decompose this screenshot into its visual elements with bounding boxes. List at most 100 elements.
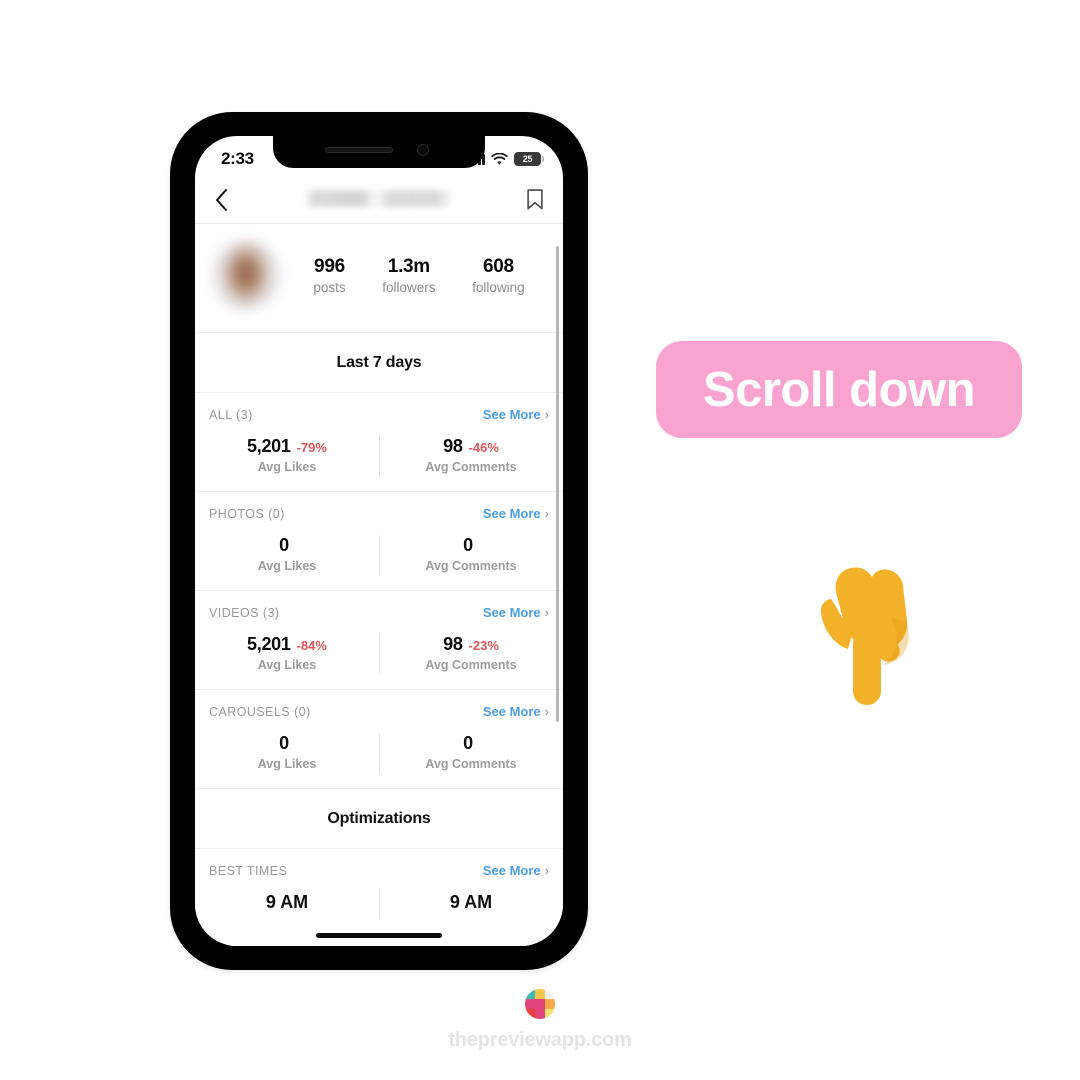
block-header: BEST TIMES See More ›: [195, 863, 563, 878]
see-more-button-all[interactable]: See More ›: [483, 407, 549, 422]
block-label: CAROUSELS (0): [209, 704, 311, 719]
blurred-username: [304, 190, 454, 207]
back-button[interactable]: [215, 188, 241, 211]
footer: thepreviewapp.com: [0, 989, 1080, 1052]
metric-row: 5,201 -79% Avg Likes 98 -46% Avg Comment…: [195, 434, 563, 476]
metric-block-videos: VIDEOS (3) See More › 5,201 -84% Avg Lik…: [195, 591, 563, 690]
metric-value: 98: [443, 634, 463, 654]
metric-delta: -23%: [468, 638, 499, 653]
metric-block-best-times: BEST TIMES See More › 9 AM 9 AM: [195, 849, 563, 918]
metric-label: Avg Likes: [257, 757, 317, 771]
avatar[interactable]: [211, 240, 281, 310]
see-more-label: See More: [482, 704, 541, 719]
see-more-label: See More: [482, 863, 541, 878]
best-time-cell: 9 AM: [379, 888, 563, 918]
earpiece-speaker-icon: [325, 147, 393, 153]
metric-avg-likes: 5,201 -84% Avg Likes: [195, 632, 379, 674]
chevron-right-icon: ›: [544, 704, 549, 719]
stat-label: followers: [382, 279, 436, 295]
analytics-scroll-area[interactable]: 996 posts 1.3m followers 608 following L…: [195, 224, 563, 946]
see-more-button-photos[interactable]: See More ›: [483, 506, 549, 521]
block-label: ALL (3): [209, 407, 253, 422]
bookmark-button[interactable]: [517, 189, 543, 210]
bookmark-icon: [527, 189, 543, 210]
stat-value: 996: [314, 255, 345, 277]
vertical-scrollbar[interactable]: [556, 246, 559, 722]
metric-label: Avg Comments: [425, 757, 517, 771]
block-header: CAROUSELS (0) See More ›: [195, 704, 563, 719]
phone-mockup: 2:33 25 996 posts 1.3m followers 608 fol…: [170, 112, 588, 970]
metric-avg-likes: 5,201 -79% Avg Likes: [195, 434, 379, 476]
metric-block-carousels: CAROUSELS (0) See More › 0 Avg Likes 0 A…: [195, 690, 563, 789]
footer-site-label: thepreviewapp.com: [448, 1029, 632, 1051]
section-header-optimizations: Optimizations: [195, 789, 563, 849]
metric-avg-comments: 0 Avg Comments: [379, 533, 563, 575]
best-time-value: 9 AM: [449, 892, 493, 912]
metric-avg-comments: 98 -46% Avg Comments: [379, 434, 563, 476]
best-time-cell: 9 AM: [195, 892, 379, 913]
block-label: BEST TIMES: [209, 863, 288, 878]
block-label: PHOTOS (0): [209, 506, 285, 521]
metric-row: 0 Avg Likes 0 Avg Comments: [195, 731, 563, 773]
stat-value: 608: [482, 255, 514, 277]
preview-app-logo-icon: [525, 989, 555, 1019]
metric-block-photos: PHOTOS (0) See More › 0 Avg Likes 0 Avg …: [195, 492, 563, 591]
block-header: VIDEOS (3) See More ›: [195, 605, 563, 620]
stat-label: posts: [313, 279, 346, 295]
see-more-label: See More: [482, 506, 541, 521]
profile-summary: 996 posts 1.3m followers 608 following: [195, 224, 563, 333]
best-times-row: 9 AM 9 AM: [195, 888, 563, 918]
phone-screen: 2:33 25 996 posts 1.3m followers 608 fol…: [195, 136, 563, 946]
chevron-right-icon: ›: [544, 506, 549, 521]
stat-posts[interactable]: 996 posts: [313, 256, 345, 295]
see-more-button-best-times[interactable]: See More ›: [483, 863, 549, 878]
battery-percent-label: 25: [522, 154, 533, 164]
metric-delta: -79%: [296, 440, 327, 455]
page-title: [247, 190, 511, 209]
metric-avg-comments: 0 Avg Comments: [379, 731, 563, 773]
metric-avg-likes: 0 Avg Likes: [195, 731, 379, 773]
block-header: ALL (3) See More ›: [195, 407, 563, 422]
metric-avg-likes: 0 Avg Likes: [195, 533, 379, 575]
metric-value: 5,201: [247, 436, 291, 456]
metric-label: Avg Comments: [425, 658, 517, 672]
metric-label: Avg Comments: [425, 559, 517, 573]
metric-row: 5,201 -84% Avg Likes 98 -23% Avg Comment…: [195, 632, 563, 674]
stat-value: 1.3m: [387, 255, 430, 277]
metric-value: 0: [279, 733, 289, 753]
chevron-right-icon: ›: [544, 605, 549, 620]
front-camera-icon: [417, 144, 429, 156]
chevron-right-icon: ›: [544, 407, 549, 422]
stat-following[interactable]: 608 following: [472, 256, 525, 295]
see-more-button-carousels[interactable]: See More ›: [483, 704, 549, 719]
metric-value: 0: [463, 535, 473, 555]
see-more-label: See More: [482, 605, 541, 620]
battery-icon: 25: [514, 152, 544, 166]
metric-block-all: ALL (3) See More › 5,201 -79% Avg Likes …: [195, 393, 563, 492]
pointing-down-hand-icon: [805, 556, 935, 706]
see-more-label: See More: [482, 407, 541, 422]
wifi-icon: [491, 152, 508, 165]
metric-value: 0: [463, 733, 473, 753]
metric-label: Avg Likes: [257, 559, 317, 573]
stat-label: following: [472, 279, 525, 295]
block-header: PHOTOS (0) See More ›: [195, 506, 563, 521]
stat-followers[interactable]: 1.3m followers: [382, 256, 435, 295]
metric-delta: -46%: [468, 440, 499, 455]
metric-value: 98: [443, 436, 463, 456]
see-more-button-videos[interactable]: See More ›: [483, 605, 549, 620]
metric-label: Avg Likes: [257, 658, 317, 672]
metric-value: 0: [279, 535, 289, 555]
status-time: 2:33: [221, 149, 254, 168]
home-indicator[interactable]: [316, 933, 442, 938]
metric-label: Avg Comments: [425, 460, 517, 474]
metric-avg-comments: 98 -23% Avg Comments: [379, 632, 563, 674]
metric-row: 0 Avg Likes 0 Avg Comments: [195, 533, 563, 575]
best-time-value: 9 AM: [265, 892, 309, 912]
scroll-down-badge: Scroll down: [656, 341, 1022, 438]
metric-value: 5,201: [247, 634, 291, 654]
canvas: 2:33 25 996 posts 1.3m followers 608 fol…: [0, 0, 1080, 1080]
section-header-last-7-days: Last 7 days: [195, 333, 563, 393]
chevron-right-icon: ›: [544, 863, 549, 878]
scroll-down-label: Scroll down: [702, 362, 976, 417]
